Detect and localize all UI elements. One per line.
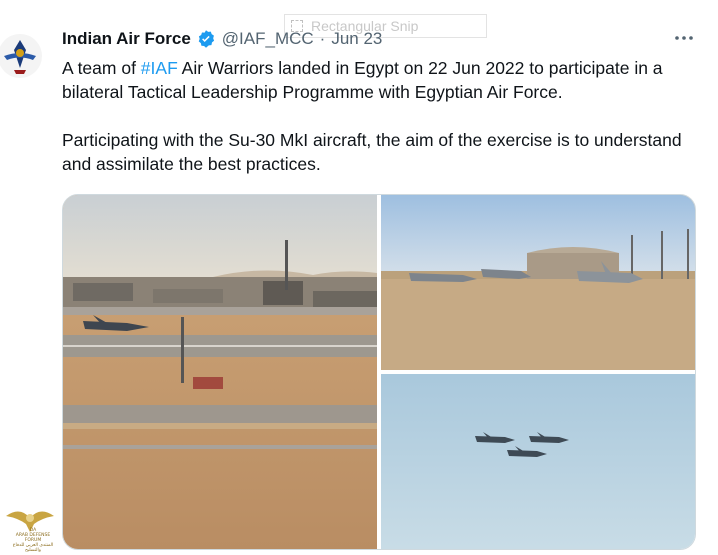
tweet-date[interactable]: Jun 23 <box>331 29 382 49</box>
watermark-line: المنتدى العربي للدفاع والتسليح <box>12 543 54 553</box>
arab-defense-forum-watermark: DA ARAB DEFENSE FORUM المنتدى العربي للد… <box>2 500 58 555</box>
separator-dot: · <box>319 29 326 48</box>
watermark-line: ARAB DEFENSE FORUM <box>15 533 51 543</box>
hashtag-link[interactable]: #IAF <box>141 58 178 78</box>
media-image-apron[interactable] <box>381 195 695 370</box>
tweet-paragraph-2: Participating with the Su-30 MkI aircraf… <box>62 130 682 174</box>
tweet-text: A team of #IAF Air Warriors landed in Eg… <box>62 56 712 176</box>
media-image-landing[interactable] <box>63 195 377 549</box>
avatar[interactable] <box>0 26 44 86</box>
tweet-header: Indian Air Force @IAF_MCC · Jun 23 <box>62 27 382 51</box>
more-horizontal-icon <box>675 36 693 40</box>
author-handle[interactable]: @IAF_MCC <box>222 29 314 49</box>
media-image-formation[interactable] <box>381 374 695 549</box>
more-options-button[interactable] <box>672 26 696 50</box>
tweet-paragraph-1: A team of #IAF Air Warriors landed in Eg… <box>62 56 712 104</box>
author-name[interactable]: Indian Air Force <box>62 29 191 49</box>
verified-badge-icon <box>198 30 214 48</box>
media-grid <box>62 194 696 550</box>
text-segment: A team of <box>62 58 141 78</box>
watermark-text: DA ARAB DEFENSE FORUM المنتدى العربي للد… <box>8 528 58 553</box>
